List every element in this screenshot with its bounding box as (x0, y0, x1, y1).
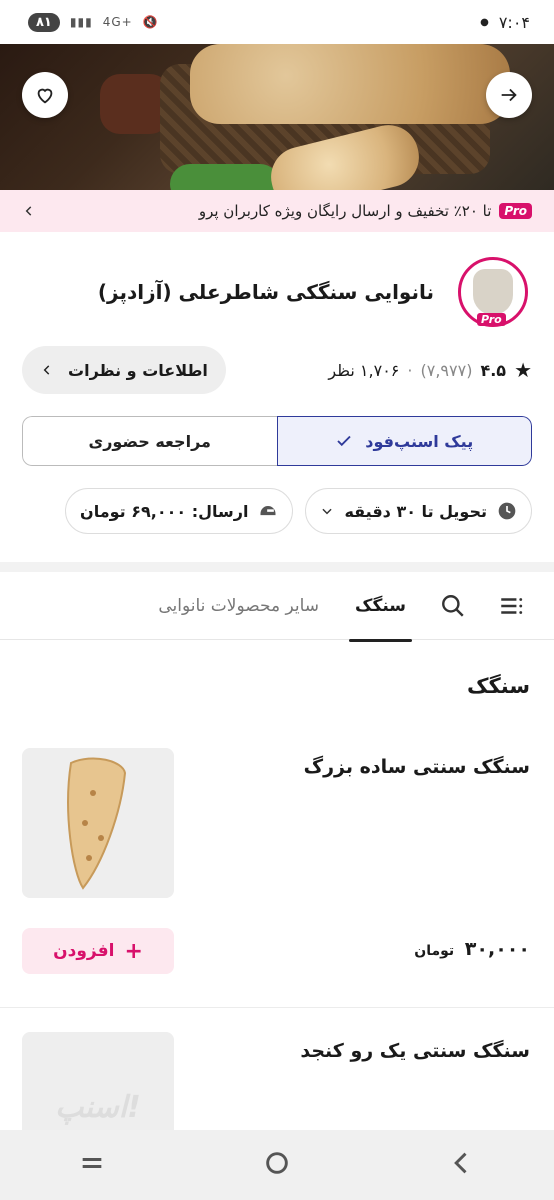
logo-image (473, 269, 513, 315)
vendor-header: نانوایی سنگکی شاطرعلی (آزادپز) Pro (0, 256, 554, 328)
heart-icon (37, 88, 53, 104)
check-icon (337, 435, 351, 447)
clock: ۷:۰۴ (498, 12, 530, 32)
search-button[interactable] (436, 589, 470, 623)
rating-score: ۴.۵ (480, 360, 507, 380)
recent-apps-button[interactable] (78, 1149, 106, 1181)
mute-icon: 🔇 (142, 15, 159, 29)
logo-pro-badge: Pro (477, 313, 506, 326)
category-tabs: سایر محصولات نانوایی سنگک (0, 572, 554, 642)
status-bar: ۸۱ ▮▮▮ 4G+ 🔇 ● ۷:۰۴ (0, 0, 554, 44)
rating-summary: ★ ۴.۵ (۷,۹۷۷) · ۱,۷۰۶ نظر (328, 358, 532, 382)
system-back-button[interactable] (448, 1149, 476, 1181)
reviews-count: ۱,۷۰۶ نظر (328, 360, 400, 380)
section-divider (0, 562, 554, 572)
pro-banner[interactable]: Pro تا ۲۰٪ تخفیف و ارسال رایگان ویژه کار… (0, 190, 554, 232)
home-button[interactable] (263, 1149, 291, 1181)
product-card[interactable]: سنگک سنتی یک رو کنجد اسنپ! (0, 1032, 554, 1182)
search-icon (442, 594, 464, 617)
recents-icon (82, 1158, 102, 1168)
chevron-down-icon (322, 508, 333, 515)
sangak-bread-image (67, 757, 127, 890)
delivery-chips: ارسال: ۶۹,۰۰۰ تومان تحویل تا ۳۰ دقیقه (62, 488, 532, 534)
product-name: سنگک سنتی یک رو کنجد (300, 1040, 530, 1062)
herbs-decor (170, 164, 280, 190)
system-nav-bar (0, 1130, 554, 1200)
section-title: سنگک (467, 674, 530, 698)
pro-banner-text: تا ۲۰٪ تخفیف و ارسال رایگان ویژه کاربران… (198, 202, 492, 220)
rating-separator: · (407, 360, 413, 380)
tab-other-label: سایر محصولات نانوایی (158, 595, 320, 616)
delivery-fee-chip[interactable]: ارسال: ۶۹,۰۰۰ تومان (65, 488, 294, 534)
price-value: ۳۰,۰۰۰ (464, 938, 530, 960)
product-name: سنگک سنتی ساده بزرگ (303, 756, 530, 778)
pickup-option[interactable]: مراجعه حضوری (22, 416, 277, 466)
courier-helmet-icon (260, 506, 276, 516)
add-label: افزودن (53, 941, 115, 961)
delivery-time-label: تحویل تا ۳۰ دقیقه (344, 501, 487, 521)
chevron-left-icon (453, 1152, 467, 1174)
product-card[interactable]: سنگک سنتی ساده بزرگ ۳۰,۰۰۰ تومان افزودن … (0, 748, 554, 1008)
battery-indicator: ۸۱ (28, 12, 60, 32)
plus-icon: + (124, 938, 143, 964)
delivery-fee-label: ارسال: ۶۹,۰۰۰ تومان (80, 501, 249, 521)
tab-sangak-label: سنگک (355, 595, 406, 616)
vendor-logo: Pro (458, 257, 528, 327)
clock-icon (498, 502, 516, 520)
add-to-cart-button[interactable]: افزودن + (22, 928, 174, 974)
placeholder-logo: اسنپ! (55, 1089, 141, 1125)
product-image[interactable] (22, 748, 174, 898)
price-currency: تومان (414, 943, 455, 959)
vendor-name: نانوایی سنگکی شاطرعلی (آزادپز) (97, 280, 434, 304)
status-right: ● ۷:۰۴ (480, 13, 530, 32)
list-menu-icon (501, 597, 523, 614)
delivery-time-chip[interactable]: تحویل تا ۳۰ دقیقه (305, 488, 532, 534)
pickup-label: مراجعه حضوری (88, 431, 211, 451)
arrow-right-icon (501, 88, 517, 102)
product-price: ۳۰,۰۰۰ تومان (414, 938, 530, 960)
status-left: ۸۱ ▮▮▮ 4G+ 🔇 (28, 12, 159, 32)
chevron-left-icon (25, 206, 32, 216)
info-reviews-button[interactable]: اطلاعات و نظرات (22, 346, 226, 394)
pro-banner-content: Pro تا ۲۰٪ تخفیف و ارسال رایگان ویژه کار… (199, 202, 532, 220)
bread-decor (190, 44, 510, 124)
tab-other-products[interactable]: سایر محصولات نانوایی (152, 572, 325, 640)
hero-image (0, 44, 554, 190)
signal-icon: ▮▮▮ (69, 15, 93, 29)
rating-row: اطلاعات و نظرات ★ ۴.۵ (۷,۹۷۷) · ۱,۷۰۶ نظ… (22, 346, 532, 394)
rating-count: (۷,۹۷۷) (420, 360, 473, 380)
delivery-mode-toggle: مراجعه حضوری پیک اسنپ‌فود (22, 416, 532, 466)
tab-sangak[interactable]: سنگک (349, 572, 412, 642)
star-icon: ★ (514, 358, 532, 382)
favorite-button[interactable] (22, 72, 68, 118)
chevron-left-icon (43, 365, 50, 375)
info-reviews-label: اطلاعات و نظرات (68, 360, 208, 380)
back-button[interactable] (486, 72, 532, 118)
courier-label: پیک اسنپ‌فود (365, 431, 474, 451)
home-icon (266, 1152, 288, 1174)
dot-icon: ● (480, 16, 489, 28)
courier-option[interactable]: پیک اسنپ‌فود (276, 416, 532, 466)
pro-badge: Pro (499, 203, 532, 219)
category-menu-button[interactable] (494, 589, 528, 623)
network-type: 4G+ (102, 15, 133, 29)
